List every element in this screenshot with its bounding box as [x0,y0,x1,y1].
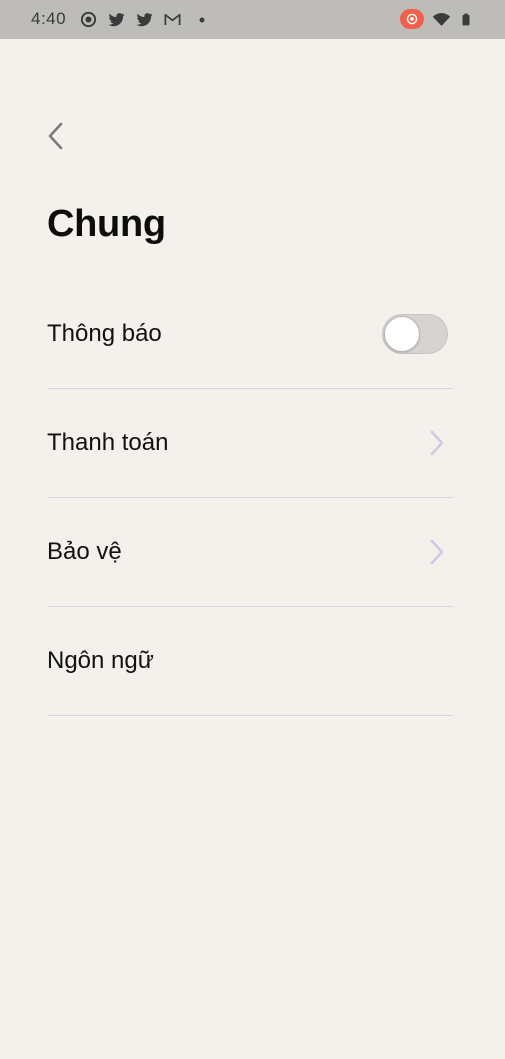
chevron-right-icon [430,539,444,565]
settings-list: Thông báo Thanh toán Bảo vệ Ngôn ngữ [47,280,453,716]
settings-screen: 4:40 Chung Thông báo Thanh toán Bảo vệ N… [0,0,505,1059]
settings-item-label: Thanh toán [47,429,169,456]
back-button[interactable] [38,116,74,156]
chevron-right-icon [430,430,444,456]
settings-item-security[interactable]: Bảo vệ [47,498,453,607]
settings-item-notifications[interactable]: Thông báo [47,280,453,389]
status-time: 4:40 [31,9,67,28]
wifi-icon [432,12,451,26]
twitter-icon [136,13,153,27]
radio-button-icon [80,11,97,28]
twitter-icon [108,13,125,27]
notifications-toggle[interactable] [382,314,448,354]
notification-icons [79,10,209,29]
settings-item-language[interactable]: Ngôn ngữ [47,607,453,716]
chevron-left-icon [48,122,63,150]
settings-item-label: Thông báo [47,320,162,347]
system-icons [400,9,473,29]
status-bar: 4:40 [0,0,505,39]
settings-item-label: Bảo vệ [47,538,122,565]
toggle-knob [384,316,420,352]
dot-icon [199,17,205,22]
gmail-icon [164,13,181,26]
page-title: Chung [47,203,166,245]
settings-item-label: Ngôn ngữ [47,647,154,674]
cast-badge-icon [400,9,424,29]
battery-icon [462,13,470,25]
settings-item-payment[interactable]: Thanh toán [47,389,453,498]
